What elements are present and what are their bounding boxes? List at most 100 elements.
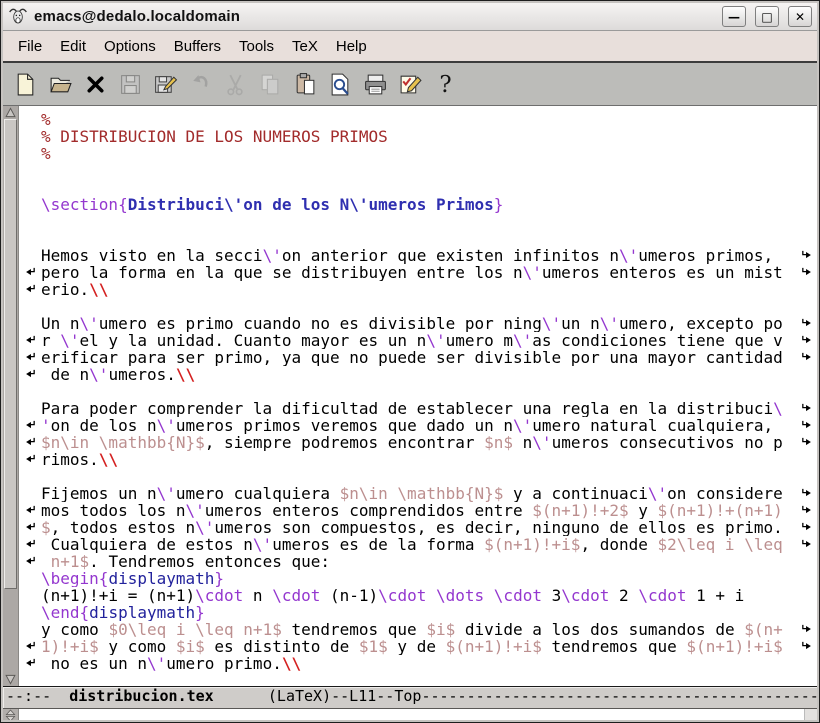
- right-margin: [801, 587, 817, 604]
- left-margin: [19, 179, 41, 196]
- menu-item-help[interactable]: Help: [327, 35, 376, 58]
- editor-line: pero la forma en la que se distribuyen e…: [19, 264, 817, 281]
- copy-button[interactable]: [256, 70, 284, 98]
- save-button[interactable]: [116, 70, 144, 98]
- line-wrap-icon: [801, 502, 817, 519]
- right-margin: [801, 366, 817, 383]
- line-text: pero la forma en la que se distribuyen e…: [41, 264, 801, 281]
- line-continuation-icon: [19, 366, 41, 383]
- left-margin: [19, 111, 41, 128]
- line-text: erio.\\: [41, 281, 801, 298]
- line-continuation-icon: [19, 553, 41, 570]
- line-text: [41, 230, 801, 247]
- line-wrap-icon: [801, 247, 817, 264]
- right-margin: [801, 128, 817, 145]
- left-margin: [19, 400, 41, 417]
- line-text: % DISTRIBUCION DE LOS NUMEROS PRIMOS: [41, 128, 801, 145]
- menu-bar: FileEditOptionsBuffersToolsTeXHelp: [3, 31, 817, 61]
- cut-button[interactable]: [221, 70, 249, 98]
- editor-line: Fijemos un n\'umero cualquiera $n\in \ma…: [19, 485, 817, 502]
- scroll-down-arrow-icon[interactable]: [3, 673, 17, 686]
- vertical-scrollbar[interactable]: [3, 106, 19, 686]
- right-margin: [801, 213, 817, 230]
- line-wrap-icon: [801, 434, 817, 451]
- menu-item-edit[interactable]: Edit: [51, 35, 95, 58]
- search-button[interactable]: [326, 70, 354, 98]
- line-text: y como $0\leq i \leq n+1$ tendremos que …: [41, 621, 801, 638]
- open-file-button[interactable]: [46, 70, 74, 98]
- line-text: [41, 468, 801, 485]
- undo-button[interactable]: [186, 70, 214, 98]
- print-icon: [363, 72, 388, 97]
- menu-item-file[interactable]: File: [9, 35, 51, 58]
- left-margin: [19, 247, 41, 264]
- line-text: n+1$. Tendremos entonces que:: [41, 553, 801, 570]
- menu-item-tex[interactable]: TeX: [283, 35, 327, 58]
- line-continuation-icon: [19, 519, 41, 536]
- modeline-separator: [214, 687, 268, 705]
- cut-icon: [223, 72, 248, 97]
- right-margin: [801, 281, 817, 298]
- left-margin: [19, 587, 41, 604]
- line-wrap-icon: [801, 349, 817, 366]
- editor-line: Un n\'umero es primo cuando no es divisi…: [19, 315, 817, 332]
- line-continuation-icon: [19, 417, 41, 434]
- left-margin: [19, 468, 41, 485]
- paste-button[interactable]: [291, 70, 319, 98]
- right-margin: [801, 298, 817, 315]
- left-margin: [19, 298, 41, 315]
- line-continuation-icon: [19, 655, 41, 672]
- editor-line: rimos.\\: [19, 451, 817, 468]
- editor-line: r \'el y la unidad. Cuanto mayor es un n…: [19, 332, 817, 349]
- editor-line: \section{Distribuci\'on de los N\'umeros…: [19, 196, 817, 213]
- close-button[interactable]: ✕: [788, 6, 812, 27]
- line-text: (n+1)!+i = (n+1)\cdot n \cdot (n-1)\cdot…: [41, 587, 801, 604]
- line-text: Cualquiera de estos n\'umeros es de la f…: [41, 536, 801, 553]
- left-margin: [19, 604, 41, 621]
- customize-button[interactable]: [396, 70, 424, 98]
- right-margin: [801, 179, 817, 196]
- help-button[interactable]: ?: [431, 70, 459, 98]
- editor-line: (n+1)!+i = (n+1)\cdot n \cdot (n-1)\cdot…: [19, 587, 817, 604]
- minimize-button[interactable]: —: [722, 6, 746, 27]
- minibuffer-scrollbar-stub[interactable]: [3, 709, 19, 722]
- left-margin: [19, 145, 41, 162]
- maximize-button[interactable]: □: [755, 6, 779, 27]
- editor-line: no es un n\'umero primo.\\: [19, 655, 817, 672]
- editor-line: [19, 179, 817, 196]
- open-file-icon: [48, 72, 73, 97]
- scrollbar-thumb[interactable]: [4, 119, 17, 589]
- right-margin: [801, 451, 817, 468]
- right-margin: [801, 162, 817, 179]
- scroll-up-arrow-icon[interactable]: [3, 106, 17, 119]
- save-as-button[interactable]: [151, 70, 179, 98]
- line-text: %: [41, 111, 801, 128]
- editor-line: Para poder comprender la dificultad de e…: [19, 400, 817, 417]
- left-margin: [19, 570, 41, 587]
- modeline-buffer-name: distribucion.tex: [69, 687, 214, 705]
- line-text: Para poder comprender la dificultad de e…: [41, 400, 801, 417]
- editor-line: y como $0\leq i \leq n+1$ tendremos que …: [19, 621, 817, 638]
- new-file-button[interactable]: [11, 70, 39, 98]
- menu-item-options[interactable]: Options: [95, 35, 165, 58]
- right-margin: [801, 196, 817, 213]
- echo-area-right-stub: [804, 709, 817, 722]
- minibuffer[interactable]: [19, 709, 804, 722]
- line-text: %: [41, 145, 801, 162]
- print-button[interactable]: [361, 70, 389, 98]
- mode-line[interactable]: --:-- distribucion.tex (LaTeX)--L11--Top…: [3, 686, 817, 709]
- menu-item-buffers[interactable]: Buffers: [165, 35, 230, 58]
- editor-line: \begin{displaymath}: [19, 570, 817, 587]
- editor-line: [19, 383, 817, 400]
- left-margin: [19, 485, 41, 502]
- menu-item-tools[interactable]: Tools: [230, 35, 283, 58]
- close-buffer-button[interactable]: [81, 70, 109, 98]
- main-area: %% DISTRIBUCION DE LOS NUMEROS PRIMOS% \s…: [3, 106, 817, 686]
- undo-icon: [188, 72, 213, 97]
- line-continuation-icon: [19, 349, 41, 366]
- line-text: \section{Distribuci\'on de los N\'umeros…: [41, 196, 801, 213]
- editor-text[interactable]: %% DISTRIBUCION DE LOS NUMEROS PRIMOS% \s…: [19, 106, 817, 686]
- emacs-gnu-icon: [8, 7, 28, 27]
- line-wrap-icon: [801, 638, 817, 655]
- modeline-status: (LaTeX)--L11--Top: [268, 687, 422, 705]
